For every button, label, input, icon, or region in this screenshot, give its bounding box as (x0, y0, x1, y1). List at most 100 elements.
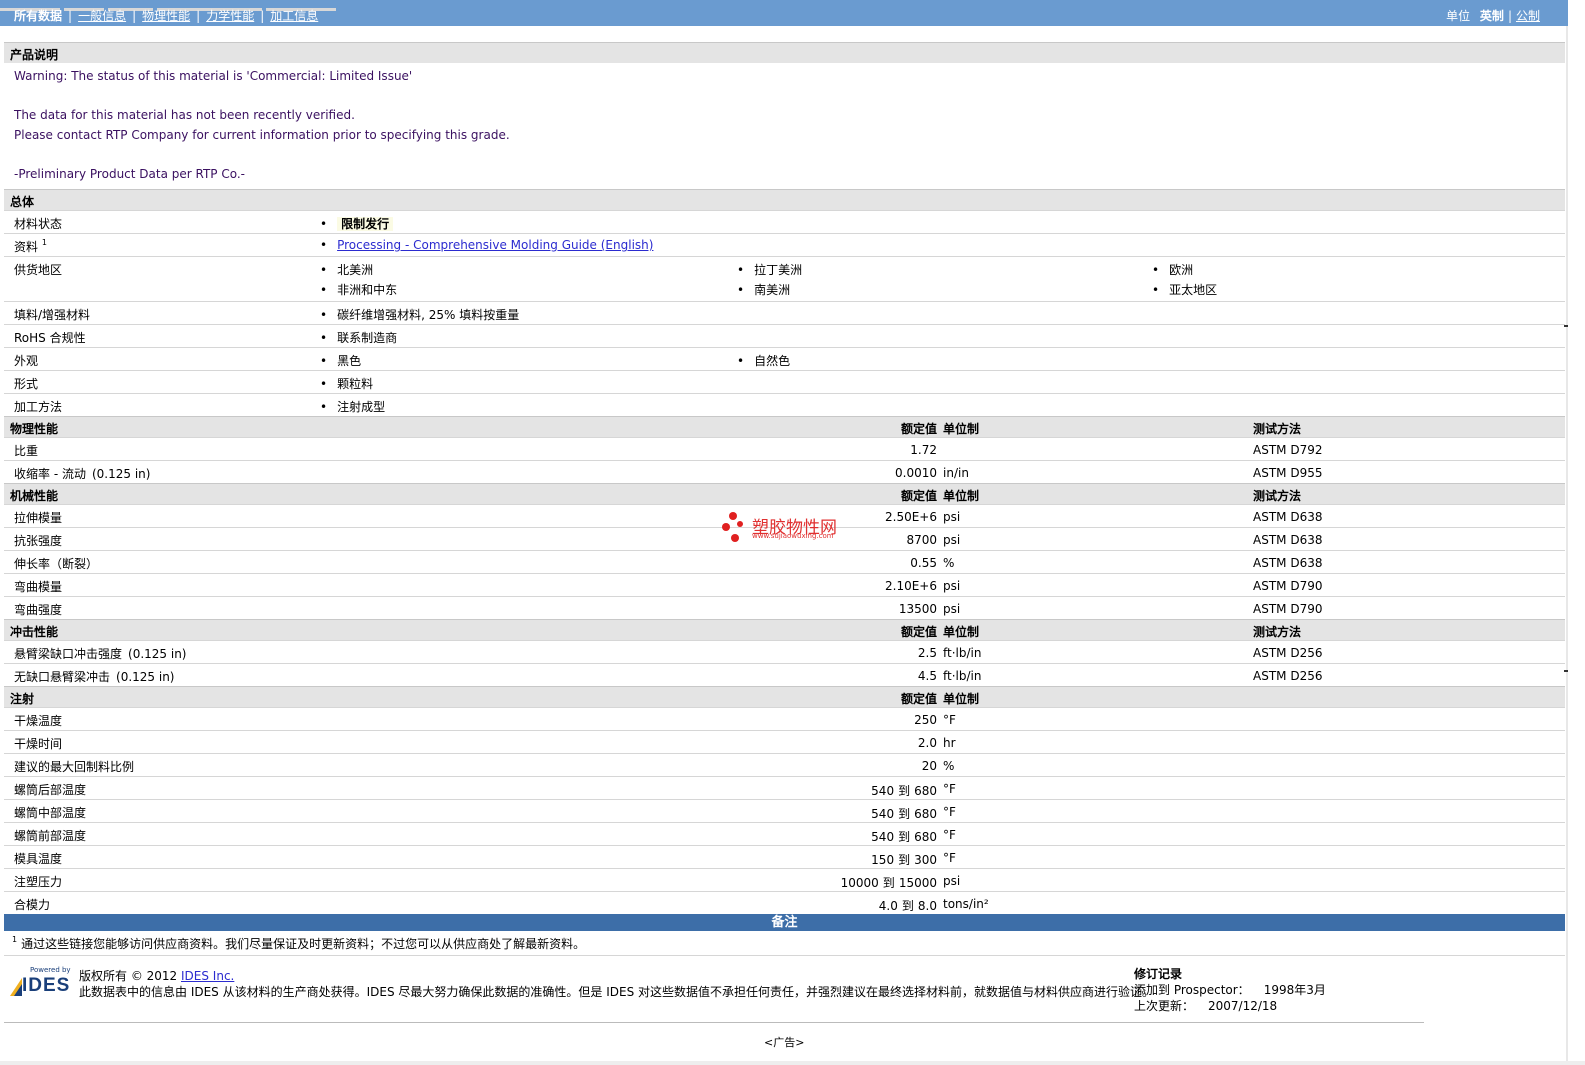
row-value-range: 540 到 680 (871, 830, 937, 844)
row-label: 干燥时间 (14, 737, 63, 751)
row-value-range: 4.0 到 8.0 (878, 899, 937, 913)
appearance-item: 黑色 (320, 352, 361, 369)
row-label: 加工方法 (14, 400, 63, 414)
ides-logo: Powered by IDES (8, 966, 72, 998)
table-row: 伸长率（断裂） 0.55 % ASTM D638 (4, 550, 1565, 573)
row-label: 拉伸模量 (14, 511, 63, 525)
status-value: 限制发行 (320, 215, 394, 232)
scrollbar-track[interactable] (1566, 26, 1568, 1061)
tab-mechanical[interactable]: 力学性能 (206, 9, 254, 23)
row-value: 2.0 (917, 736, 937, 750)
row-unit: °F (943, 782, 956, 796)
section-header-mechanical: 机械性能 额定值 单位制 测试方法 (4, 483, 1565, 504)
row-test: ASTM D790 (1253, 579, 1323, 593)
col-unit: 单位制 (943, 422, 980, 436)
row-unit: ft·lb/in (943, 646, 982, 660)
row-label: 弯曲模量 (14, 580, 63, 594)
row-unit: °F (943, 828, 956, 842)
ides-link[interactable]: IDES Inc. (181, 969, 234, 983)
row-value: 0.55 (910, 556, 937, 570)
datasheet: 产品说明 Warning: The status of this materia… (4, 42, 1565, 956)
page-footer: Powered by IDES 版权所有 © 2012 IDES Inc. 此数… (4, 962, 1424, 1023)
row-label: 建议的最大回制料比例 (14, 760, 135, 774)
section-header-general: 总体 (4, 189, 1565, 210)
scroll-marker (1564, 325, 1568, 327)
row-label: 合模力 (14, 898, 51, 912)
section-title: 机械性能 (10, 489, 59, 503)
copyright-block: 版权所有 © 2012 IDES Inc. 此数据表中的信息由 IDES 从该材… (79, 968, 1154, 1000)
row-value: 1.72 (910, 443, 937, 457)
row-value-range: 540 到 680 (871, 807, 937, 821)
row-label: 抗张强度 (14, 534, 63, 548)
col-nominal: 额定值 (900, 625, 937, 639)
section-title: 总体 (10, 195, 35, 209)
col-nominal: 额定值 (900, 422, 937, 436)
availability-item: 北美洲 (320, 261, 373, 278)
desc-line (14, 87, 1555, 107)
table-row: 建议的最大回制料比例 20 % (4, 753, 1565, 776)
col-nominal: 额定值 (900, 692, 937, 706)
row-unit: psi (943, 579, 961, 593)
row-test: ASTM D792 (1253, 443, 1323, 457)
unit-metric-link[interactable]: 公制 (1516, 9, 1540, 23)
row-value: 2.50E+6 (885, 510, 937, 524)
tab-physical[interactable]: 物理性能 (142, 9, 190, 23)
row-value: 20 (921, 759, 937, 773)
row-label: 比重 (14, 444, 39, 458)
watermark-dots-icon (722, 512, 743, 542)
row-unit: psi (943, 602, 961, 616)
row-test: ASTM D638 (1253, 533, 1323, 547)
table-row: 螺筒后部温度 540 到 680 °F (4, 776, 1565, 799)
revision-history: 修订记录 添加到 Prospector： 1998年3月 上次更新： 2007/12… (1134, 966, 1326, 1014)
row-unit: hr (943, 736, 956, 750)
unit-english[interactable]: 英制 (1480, 9, 1504, 23)
table-row: 无缺口悬臂梁冲击 (0.125 in) 4.5 ft·lb/in ASTM D25… (4, 663, 1565, 686)
row-label: 形式 (14, 377, 39, 391)
ad-label: <广告> (764, 1036, 805, 1049)
desc-line: -Preliminary Product Data per RTP Co.- (14, 166, 245, 181)
section-header-injection: 注射 额定值 单位制 (4, 686, 1565, 707)
row-unit: in/in (943, 466, 969, 480)
disclaimer-text: 此数据表中的信息由 IDES 从该材料的生产商处获得。IDES 尽最大努力确保此… (79, 985, 1155, 999)
row-value: 2.5 (917, 646, 937, 660)
tab-all-data[interactable]: 所有数据 (14, 9, 62, 23)
row-label: 外观 (14, 354, 39, 368)
top-nav-bar: 所有数据 | 一般信息 | 物理性能 | 力学性能 | 加工信息 单位 英制 | 公制 (0, 0, 1568, 26)
logo-text: IDES (22, 975, 71, 996)
row-material-status: 材料状态 限制发行 (4, 210, 1565, 233)
updated-label: 上次更新： (1134, 999, 1195, 1013)
row-label: 螺筒前部温度 (14, 829, 87, 843)
table-row: 合模力 4.0 到 8.0 tons/in² (4, 891, 1565, 914)
logo-powered-by: Powered by (30, 966, 71, 974)
table-row: 模具温度 150 到 300 °F (4, 845, 1565, 868)
table-row: 注塑压力 10000 到 15000 psi (4, 868, 1565, 891)
row-label: 材料状态 (14, 217, 63, 231)
row-rohs: RoHS 合规性 联系制造商 (4, 324, 1565, 347)
col-unit: 单位制 (943, 489, 980, 503)
table-row: 弯曲模量 2.10E+6 psi ASTM D790 (4, 573, 1565, 596)
row-value-range: 540 到 680 (871, 784, 937, 798)
row-literature: 资料 1 Processing - Comprehensive Molding … (4, 233, 1565, 256)
literature-link[interactable]: Processing - Comprehensive Molding Guide… (337, 238, 653, 252)
row-unit: °F (943, 851, 956, 865)
appearance-item: 自然色 (737, 352, 790, 369)
row-label: 弯曲强度 (14, 603, 63, 617)
desc-line: The data for this material has not been … (14, 108, 355, 123)
section-tabs: 所有数据 | 一般信息 | 物理性能 | 力学性能 | 加工信息 (14, 9, 319, 23)
row-unit: °F (943, 805, 956, 819)
section-title: 冲击性能 (10, 625, 59, 639)
row-label: 注塑压力 (14, 875, 63, 889)
row-label: 悬臂梁缺口冲击强度 (0.125 in) (14, 647, 187, 661)
revision-title: 修订记录 (1134, 967, 1183, 981)
row-processing-method: 加工方法 注射成型 (4, 393, 1565, 416)
section-title: 产品说明 (10, 48, 59, 62)
row-label: 干燥温度 (14, 714, 63, 728)
row-value: 0.0010 (895, 466, 937, 480)
availability-item: 拉丁美洲 (737, 261, 802, 278)
tab-general-info[interactable]: 一般信息 (78, 9, 126, 23)
tab-processing[interactable]: 加工信息 (270, 9, 318, 23)
tab-stubs (0, 0, 340, 11)
watermark: 塑胶物性网 www.sujiaowuxing.com (720, 510, 860, 546)
row-unit: tons/in² (943, 897, 989, 911)
col-test: 测试方法 (1253, 422, 1302, 436)
